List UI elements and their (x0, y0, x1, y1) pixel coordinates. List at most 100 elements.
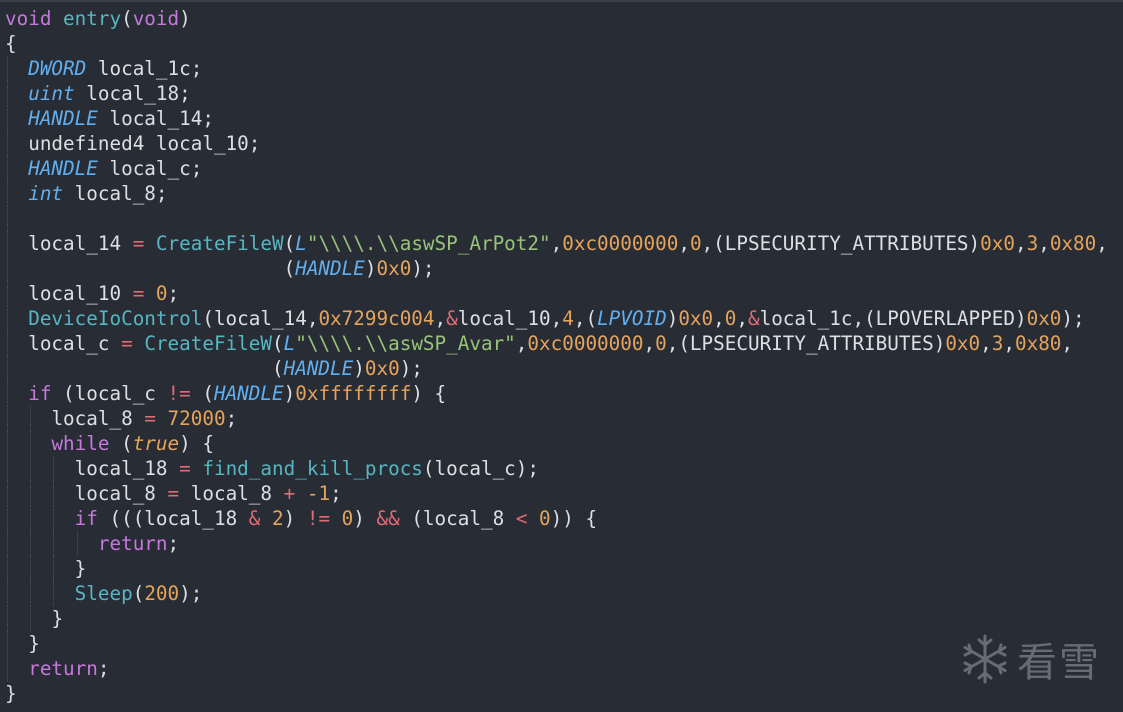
code-text: ); (411, 257, 435, 280)
code-number: 0xc0000000 (562, 232, 679, 255)
code-line: return; (5, 531, 1108, 556)
code-operator: = (132, 232, 145, 255)
code-keyword: while (51, 432, 110, 455)
code-line: local_c = CreateFileW(L"\\\\.\\aswSP_Ava… (5, 331, 1108, 356)
code-number: 0x80 (1014, 332, 1062, 355)
code-text: ( (272, 357, 284, 380)
code-line: void entry(void) (5, 6, 1108, 31)
code-line: while (true) { (5, 431, 1108, 456)
code-text: ( (272, 332, 284, 355)
code-text: ) (283, 507, 307, 530)
code-operator: & (248, 507, 261, 530)
indent-guide (7, 656, 8, 681)
code-line: return; (5, 656, 1108, 681)
code-text: local_18 (74, 457, 180, 480)
code-text: local_8 (179, 482, 284, 505)
code-text: ) { (411, 382, 447, 405)
watermark: 看雪 (959, 630, 1101, 688)
code-number: 0xffffffff (295, 382, 412, 405)
code-text: ; (97, 657, 110, 680)
code-line: { (5, 31, 1108, 56)
code-text: local_1c,(LPOVERLAPPED) (759, 307, 1027, 330)
code-text: ; (225, 407, 238, 430)
code-line: (HANDLE)0x0); (5, 256, 1108, 281)
code-number: -1 (306, 482, 331, 505)
code-line: local_8 = local_8 + -1; (5, 481, 1108, 506)
code-text: ) { (179, 432, 214, 455)
code-operator: && (376, 507, 400, 530)
indent-guide (30, 531, 32, 556)
indent-guide (76, 531, 78, 556)
code-text: ( (190, 382, 214, 405)
code-line: } (5, 556, 1108, 581)
code-line: HANDLE local_14; (5, 106, 1108, 131)
code-text: local_8 (51, 407, 145, 430)
code-operator: + (283, 482, 296, 505)
indent-guide (30, 556, 32, 581)
code-type: int (28, 182, 64, 205)
indent-guide (53, 506, 55, 531)
code-line: Sleep(200); (5, 581, 1108, 606)
code-operator: < (515, 507, 528, 530)
indent-guide (53, 581, 55, 606)
code-text: ) (353, 507, 377, 530)
code-editor[interactable]: void entry(void){ DWORD local_1c; uint l… (0, 0, 1123, 712)
code-function: entry (63, 7, 122, 30)
indent-guide (7, 306, 8, 331)
code-text: local_8 (74, 482, 168, 505)
indent-guide (30, 506, 32, 531)
indent-guide (53, 456, 55, 481)
code-keyword: return (97, 532, 168, 555)
code-text: , (1038, 232, 1050, 255)
code-text: } (5, 682, 17, 705)
indent-guide (53, 531, 55, 556)
code-type: HANDLE (295, 257, 365, 280)
indent-guide (30, 406, 32, 431)
code-number: 0 (539, 507, 551, 530)
code-keyword: void (132, 7, 180, 30)
code-number: 0 (155, 282, 168, 305)
code-line: int local_8; (5, 181, 1108, 206)
indent-guide (30, 581, 32, 606)
code-number: 0xc0000000 (527, 332, 644, 355)
code-number: 200 (144, 582, 180, 605)
code-text: local_1c; (86, 57, 203, 80)
code-type: HANDLE (28, 157, 98, 180)
code-text: ( (132, 582, 145, 605)
code-text: local_10, (457, 307, 563, 330)
code-text: ) (283, 382, 296, 405)
code-line: local_10 = 0; (5, 281, 1108, 306)
code-text: ; (167, 532, 180, 555)
code-text: local_14 (28, 232, 133, 255)
code-text: local_10 (28, 282, 133, 305)
code-text: , (1061, 332, 1074, 355)
code-text: ,(LPSECURITY_ATTRIBUTES) (701, 232, 981, 255)
code-function: CreateFileW (144, 332, 273, 355)
indent-guide (7, 506, 8, 531)
code-text: undefined4 local_10; (28, 132, 261, 155)
code-text: ( (283, 232, 296, 255)
code-text: ( (109, 432, 133, 455)
indent-guide (7, 556, 8, 581)
code-line: uint local_18; (5, 81, 1108, 106)
code-keyword: true (132, 432, 180, 455)
code-text: , (713, 307, 725, 330)
code-text: , (515, 332, 528, 355)
code-number: 0 (689, 232, 702, 255)
code-text: , (1096, 232, 1108, 255)
code-number: 2 (272, 507, 284, 530)
code-text: ) (666, 307, 679, 330)
code-number: 0x0 (678, 307, 714, 330)
code-text: ; (167, 282, 180, 305)
indent-guide (7, 456, 8, 481)
code-number: 0x7299c004 (318, 307, 435, 330)
code-text: ) (353, 357, 365, 380)
code-string: "\\\\.\\aswSP_ArPot2" (306, 232, 551, 255)
code-line: local_14 = CreateFileW(L"\\\\.\\aswSP_Ar… (5, 231, 1108, 256)
code-number: 3 (991, 332, 1004, 355)
